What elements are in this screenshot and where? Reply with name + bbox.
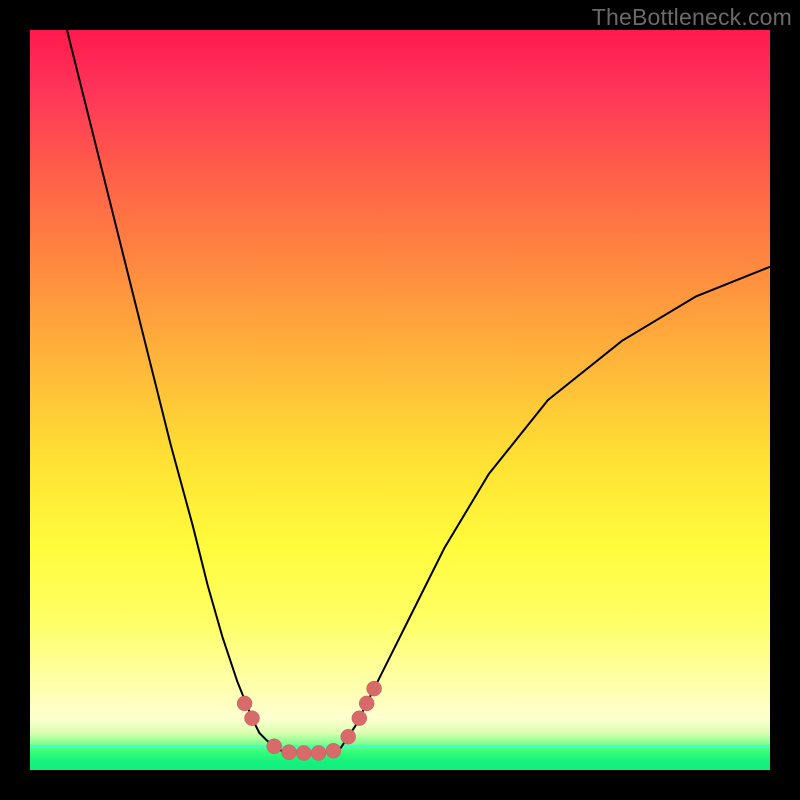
curve-layer	[30, 30, 770, 770]
curve-marker	[245, 711, 260, 726]
curve-marker	[326, 743, 341, 758]
curve-markers	[237, 681, 382, 760]
curve-marker	[341, 729, 356, 744]
watermark-text: TheBottleneck.com	[592, 4, 792, 31]
bottleneck-curve	[67, 30, 770, 753]
curve-marker	[296, 746, 311, 761]
curve-marker	[359, 696, 374, 711]
chart-frame: TheBottleneck.com	[0, 0, 800, 800]
curve-marker	[267, 739, 282, 754]
plot-area	[30, 30, 770, 770]
curve-marker	[282, 745, 297, 760]
curve-marker	[237, 696, 252, 711]
curve-marker	[367, 681, 382, 696]
curve-marker	[352, 711, 367, 726]
curve-marker	[311, 746, 326, 761]
